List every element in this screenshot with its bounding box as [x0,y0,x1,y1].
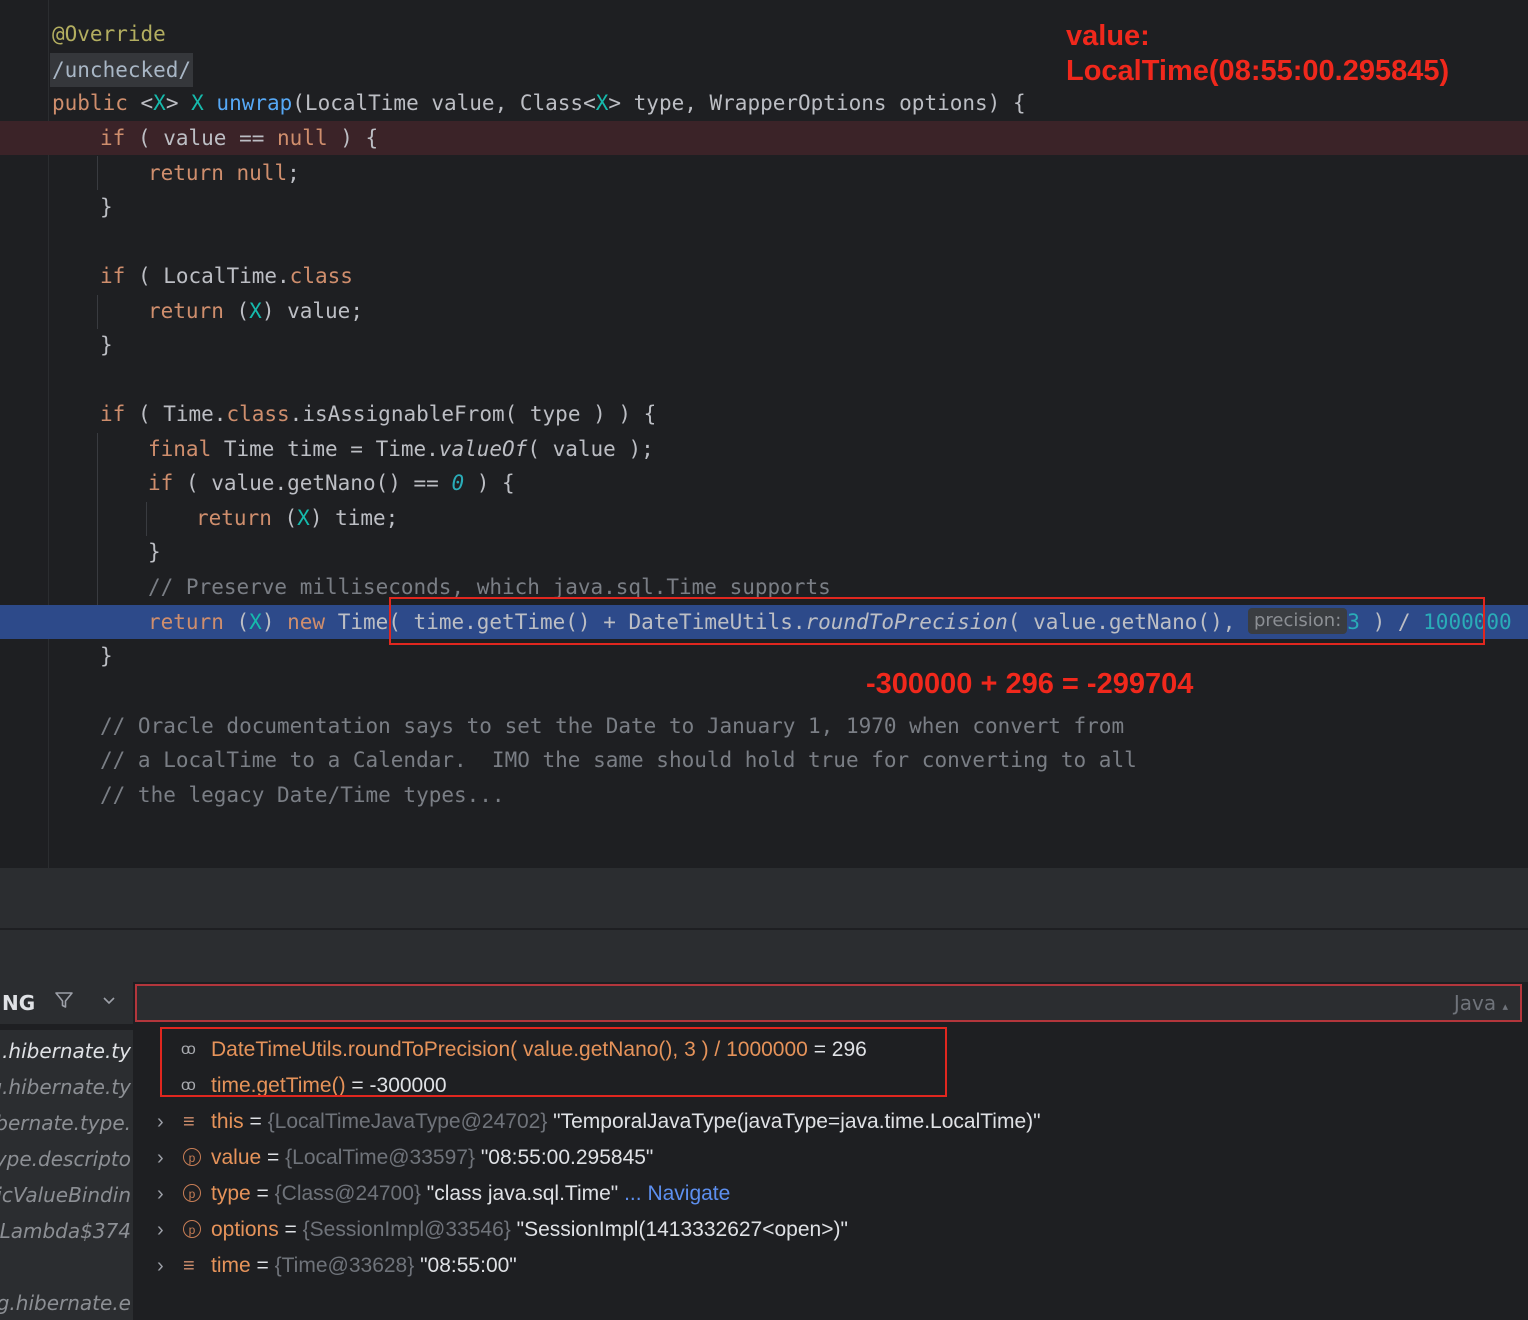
annotation-value-text: LocalTime(08:55:00.295845) [1066,55,1450,87]
method-signature: public <X> X unwrap(LocalTime value, Cla… [52,91,1026,115]
chevron-right-icon[interactable]: › [157,1140,164,1176]
code-text: return null; [148,161,300,185]
variable-value[interactable]: › p value = {LocalTime@33597} "08:55:00.… [135,1140,1435,1176]
evaluate-expression-input[interactable]: Java ▴ [135,984,1522,1022]
code-text: if ( LocalTime.class [100,264,353,288]
code-text: return (X) time; [196,506,399,530]
frames-header: NG [0,982,133,1024]
code-line[interactable]: } [0,328,1528,362]
chevron-right-icon[interactable]: › [157,1176,164,1212]
field-list-icon: ≡ [183,1111,195,1133]
variable-options[interactable]: › p options = {SessionImpl@33546} "Sessi… [135,1212,1435,1248]
code-comment: // a LocalTime to a Calendar. IMO the sa… [100,748,1137,772]
code-line[interactable]: return (X) value; [0,294,1528,328]
variable-type[interactable]: › p type = {Class@24700} "class java.sql… [135,1176,1435,1212]
parameter-icon: p [183,1140,201,1176]
code-text: final Time time = Time.valueOf( value ); [148,437,654,461]
frame-item[interactable]: type.descripto [0,1141,133,1177]
code-text: if ( value.getNano() == 0 ) { [148,471,515,495]
code-text: if ( value == null ) { [100,126,379,150]
code-comment: // the legacy Date/Time types... [100,783,505,807]
frame-item[interactable]: g.hibernate.ty [0,1069,133,1105]
parameter-icon: p [183,1212,201,1248]
code-line[interactable]: final Time time = Time.valueOf( value ); [0,432,1528,466]
debugger-tabs-area [0,929,1528,982]
variable-time[interactable]: › ≡ time = {Time@33628} "08:55:00" [135,1248,1435,1284]
frame-item[interactable]: icValueBindin [0,1177,133,1213]
variable-this[interactable]: › ≡ this = {LocalTimeJavaType@24702} "Te… [135,1104,1435,1140]
code-line[interactable]: // Oracle documentation says to set the … [0,709,1528,743]
code-line[interactable]: // the legacy Date/Time types... [0,778,1528,812]
code-line[interactable]: // a LocalTime to a Calendar. IMO the sa… [0,743,1528,777]
code-line[interactable]: if ( value.getNano() == 0 ) { [0,466,1528,500]
frame-item[interactable]: .hibernate.ty [0,1033,133,1069]
chevron-down-icon[interactable] [102,982,116,1024]
code-editor[interactable]: @Override /unchecked/ public <X> X unwra… [0,0,1528,868]
code-text: return (X) value; [148,299,363,323]
code-line[interactable]: } [0,535,1528,569]
frames-label: NG [2,991,36,1015]
code-text: if ( Time.class.isAssignableFrom( type )… [100,402,657,426]
highlight-box-expression [389,597,1485,645]
parameter-icon: p [183,1176,201,1212]
unchecked-annotation: /unchecked/ [50,53,194,87]
code-line[interactable]: return null; [0,156,1528,190]
variable-text: value = {LocalTime@33597} "08:55:00.2958… [211,1146,654,1169]
code-comment: // Oracle documentation says to set the … [100,714,1125,738]
code-text: } [148,540,161,564]
chevron-right-icon[interactable]: › [157,1248,164,1284]
override-annotation: @Override [52,22,166,46]
code-text: } [100,333,113,357]
code-text: } [100,195,113,219]
debugger-toolbar-area [0,868,1528,928]
chevron-right-icon[interactable]: › [157,1104,164,1140]
frame-item[interactable]: rg.hibernate.e [0,1285,133,1320]
variable-text: this = {LocalTimeJavaType@24702} "Tempor… [211,1110,1041,1133]
field-list-icon: ≡ [183,1255,195,1277]
variable-text: type = {Class@24700} "class java.sql.Tim… [211,1182,731,1205]
variable-text: options = {SessionImpl@33546} "SessionIm… [211,1218,848,1241]
frame-item[interactable]: $Lambda$374 [0,1213,133,1249]
code-line-breakpoint[interactable]: if ( value == null ) { [0,121,1528,155]
code-line[interactable]: public <X> X unwrap(LocalTime value, Cla… [0,86,1528,120]
code-line[interactable]: if ( Time.class.isAssignableFrom( type )… [0,397,1528,431]
code-text: } [100,644,113,668]
filter-icon[interactable] [54,982,74,1024]
variable-text: time = {Time@33628} "08:55:00" [211,1254,517,1277]
chevron-right-icon[interactable]: › [157,1212,164,1248]
navigate-link[interactable]: ... Navigate [618,1182,730,1205]
code-line[interactable]: if ( LocalTime.class [0,259,1528,293]
code-line[interactable]: @Override [0,17,1528,51]
annotation-calculation: -300000 + 296 = -299704 [866,668,1194,700]
language-selector[interactable]: Java ▴ [1454,986,1508,1024]
frames-list[interactable]: .hibernate.ty g.hibernate.ty bernate.typ… [0,1030,133,1320]
highlight-box-watches [160,1027,947,1097]
frame-item[interactable]: bernate.type. [0,1105,133,1141]
annotation-value-label: value: [1066,20,1150,52]
code-line[interactable]: return (X) time; [0,501,1528,535]
code-line[interactable]: } [0,190,1528,224]
